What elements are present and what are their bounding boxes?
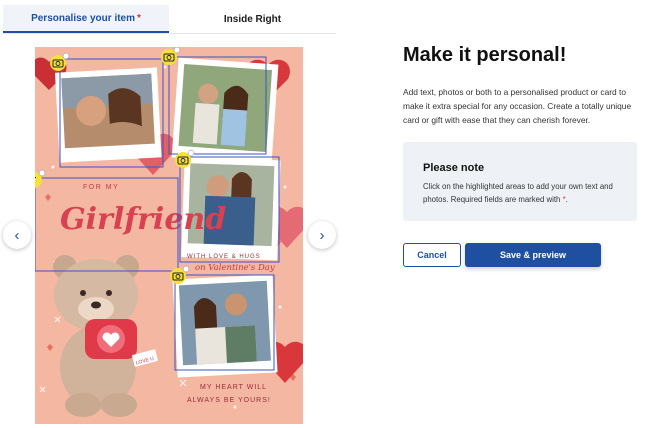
save-preview-button[interactable]: Save & preview: [465, 243, 601, 267]
text-edit-badge[interactable]: T: [35, 169, 46, 188]
tab-divider: [3, 33, 336, 34]
panel-heading: Make it personal!: [403, 44, 567, 66]
tab-bar: Personalise your item * Inside Right: [3, 5, 336, 33]
close-icon[interactable]: [187, 149, 195, 157]
close-icon[interactable]: [62, 52, 70, 60]
card-preview: FOR MY Girlfriend WITH LOVE & HUGS on Va…: [35, 47, 303, 424]
close-icon[interactable]: [182, 265, 190, 273]
tab-inside-right[interactable]: Inside Right: [169, 5, 336, 33]
chevron-left-icon: ‹: [14, 226, 20, 244]
panel-description: Add text, photos or both to a personalis…: [403, 87, 632, 125]
note-box: Please note Click on the highlighted are…: [403, 142, 637, 221]
photo-frame-1: [55, 67, 162, 163]
photo-edit-badge-2[interactable]: [161, 47, 181, 65]
note-text-end: .: [565, 194, 568, 204]
tab-personalise-label: Personalise your item: [31, 12, 136, 24]
cancel-button[interactable]: Cancel: [403, 243, 461, 267]
card-text-for-my: FOR MY: [83, 184, 119, 191]
card-text-always: ALWAYS BE YOURS!: [187, 397, 271, 404]
photo-frame-2: [171, 57, 279, 165]
card-text-girlfriend: Girlfriend: [60, 202, 226, 237]
chevron-right-icon: ›: [319, 226, 325, 244]
card-artwork: FOR MY Girlfriend WITH LOVE & HUGS on Va…: [35, 47, 303, 417]
card-text-valentines: on Valentine's Day: [195, 263, 275, 273]
note-title: Please note: [423, 162, 485, 174]
photo-frame-4: [172, 274, 278, 378]
note-text-body: Click on the highlighted areas to add yo…: [423, 182, 613, 204]
text-icon: T: [35, 176, 36, 187]
close-icon[interactable]: [173, 47, 181, 54]
teddy-bear-illustration: LOVE U: [53, 255, 159, 417]
card-text-heart-will: MY HEART WILL: [200, 384, 267, 391]
close-icon[interactable]: [38, 169, 46, 177]
next-button[interactable]: ›: [308, 221, 336, 249]
previous-button[interactable]: ‹: [3, 221, 31, 249]
tab-personalise[interactable]: Personalise your item *: [3, 5, 169, 33]
card-text-with-love: WITH LOVE & HUGS: [187, 254, 261, 260]
required-mark: *: [137, 12, 141, 24]
note-text: Click on the highlighted areas to add yo…: [423, 181, 623, 206]
tab-inside-right-label: Inside Right: [223, 13, 282, 25]
